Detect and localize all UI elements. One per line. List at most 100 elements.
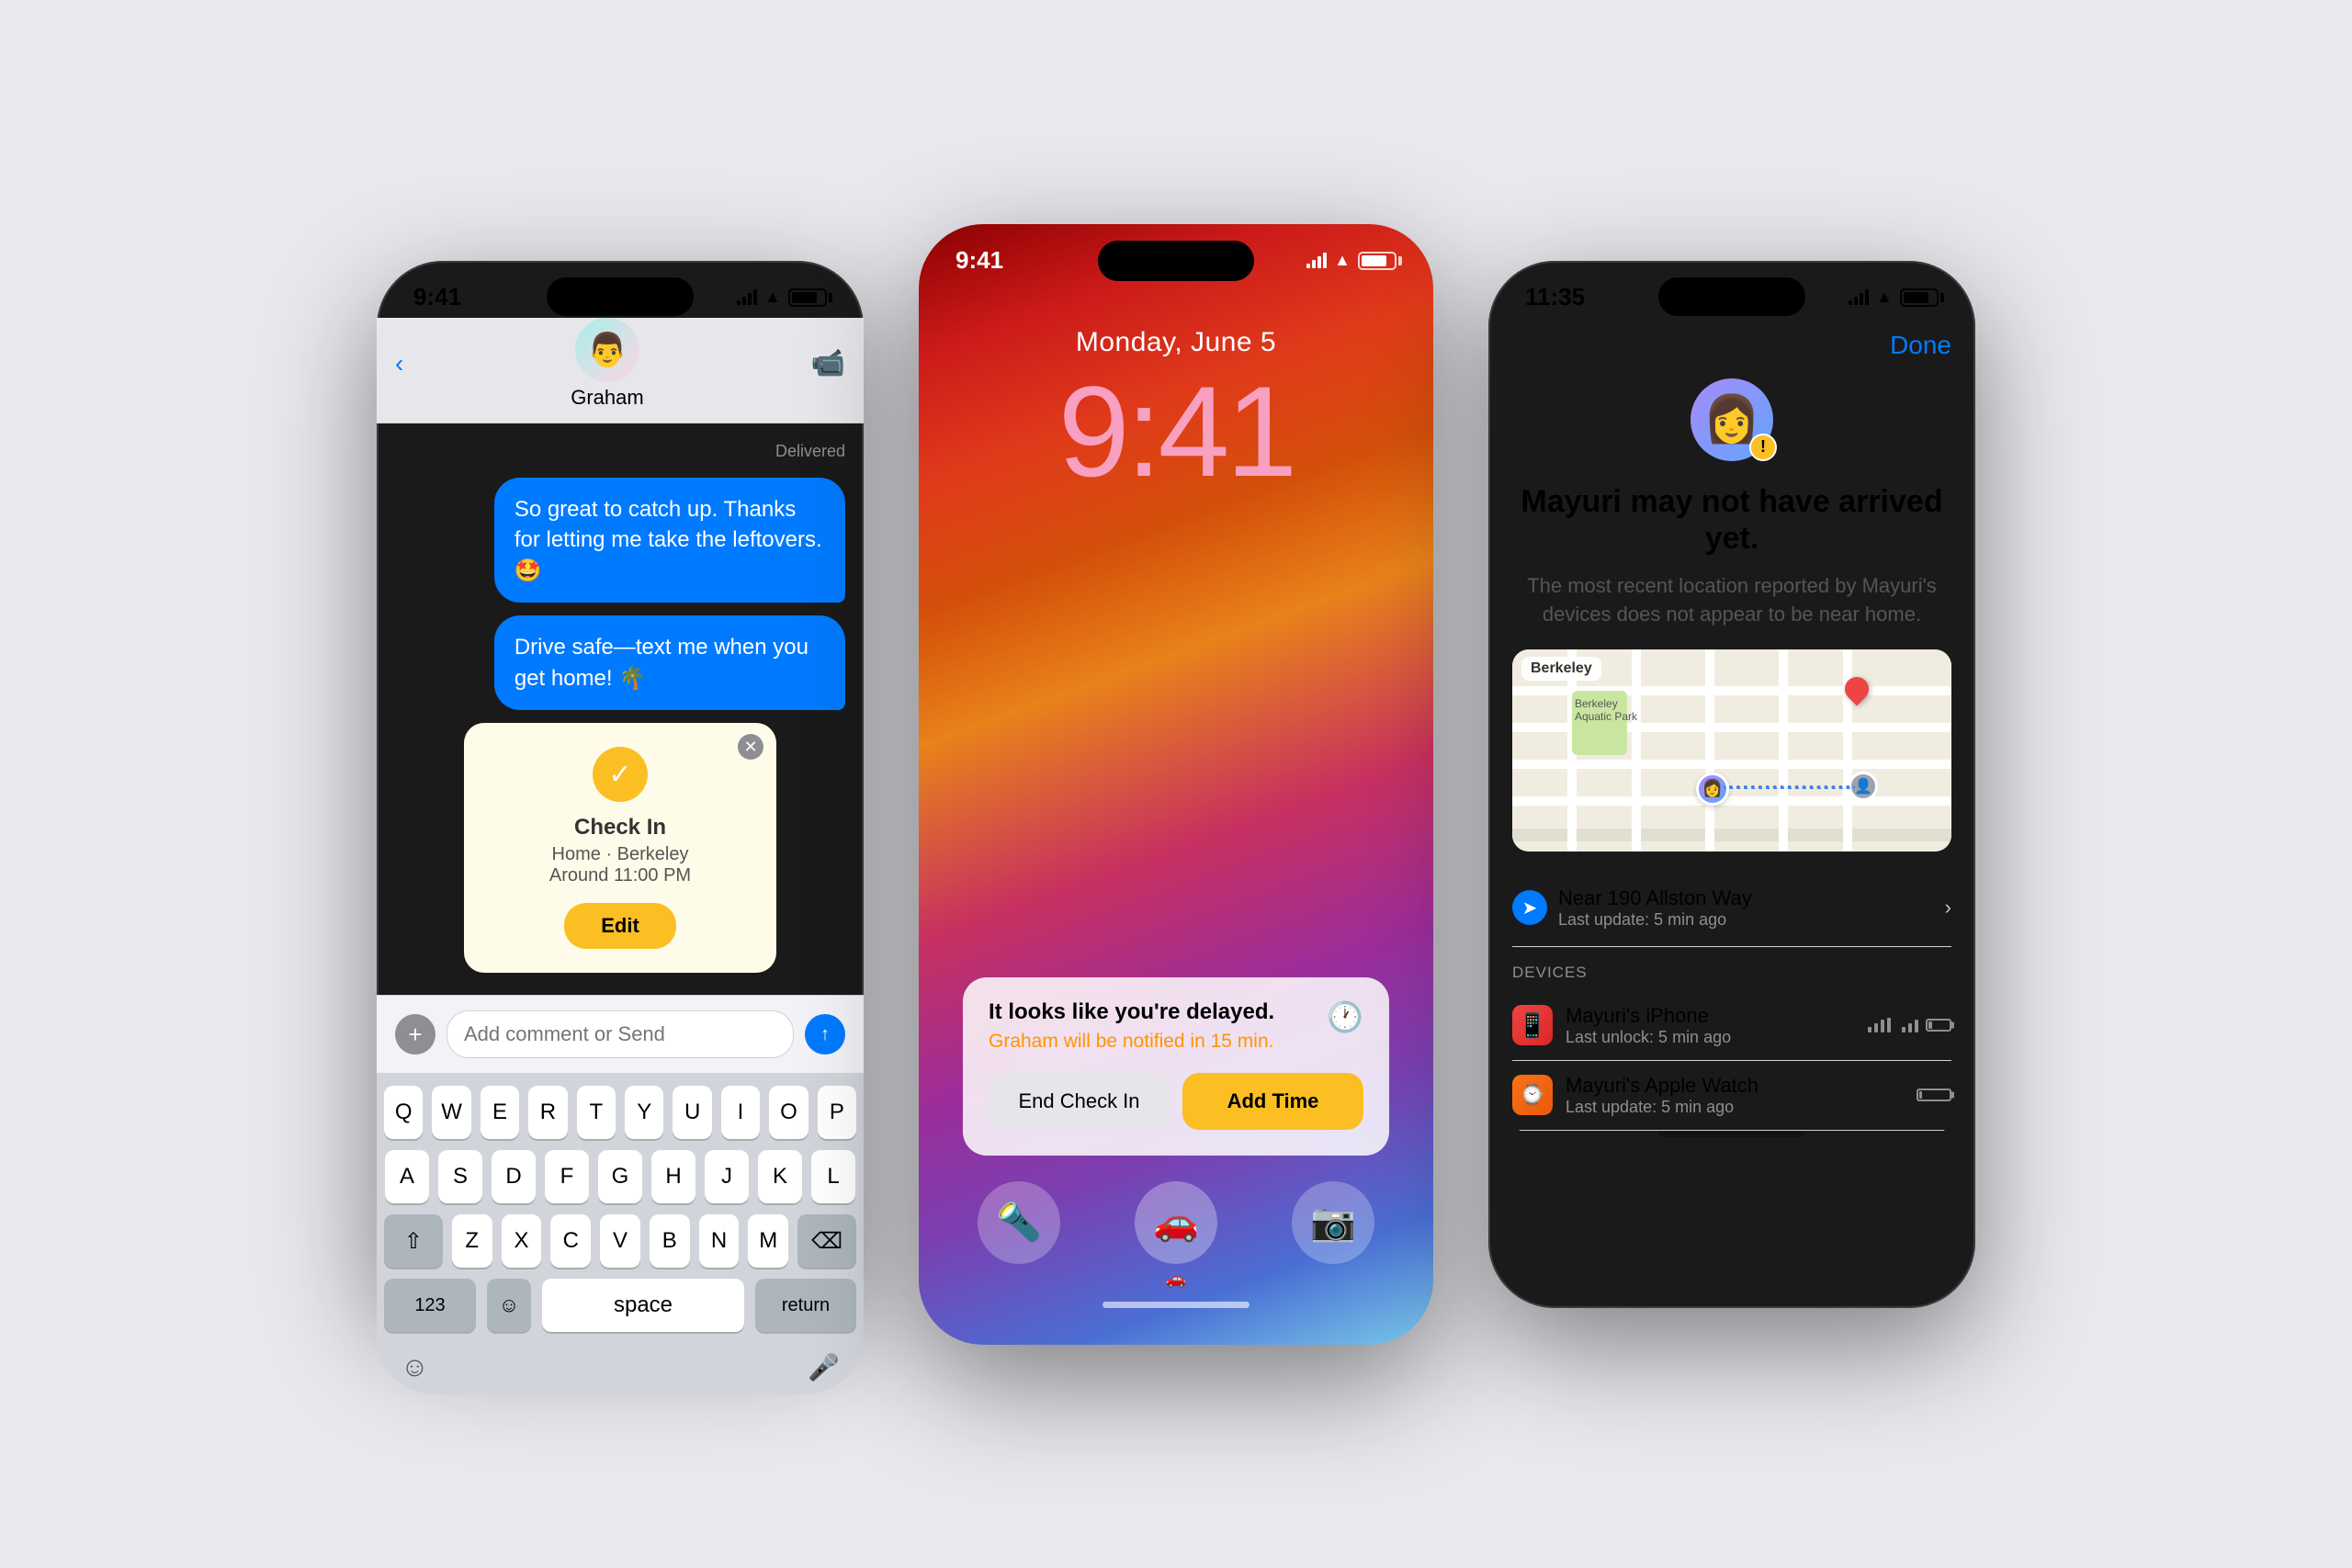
iphone-device-info: Mayuri's iPhone Last unlock: 5 min ago bbox=[1566, 1004, 1731, 1047]
notif-title: It looks like you're delayed. bbox=[989, 999, 1274, 1025]
input-bar: + ↑ bbox=[377, 995, 864, 1073]
devices-section-title: DEVICES bbox=[1512, 947, 1951, 991]
back-button[interactable]: ‹ bbox=[395, 349, 403, 378]
phone1-shell: 9:41 ▲ ‹ 👨 Graham 📹 Delivered bbox=[377, 261, 864, 1308]
keyboard-row-2: A S D F G H J K L bbox=[384, 1150, 856, 1203]
message-input[interactable] bbox=[447, 1010, 794, 1058]
lock-date-container: Monday, June 5 9:41 bbox=[919, 299, 1433, 514]
messages-body: Delivered So great to catch up. Thanks f… bbox=[377, 423, 864, 974]
watch-status bbox=[1917, 1089, 1951, 1101]
status-icons-3: ▲ bbox=[1849, 288, 1939, 307]
check-in-title: Check In bbox=[492, 815, 749, 840]
end-check-in-button[interactable]: End Check In bbox=[989, 1073, 1170, 1130]
map-park-label: BerkeleyAquatic Park bbox=[1575, 697, 1637, 723]
device-row-watch: ⌚ Mayuri's Apple Watch Last update: 5 mi… bbox=[1512, 1061, 1951, 1131]
contact-name: Graham bbox=[571, 386, 643, 410]
message-bubble-2: Drive safe—text me when you get home! 🌴 bbox=[494, 615, 845, 710]
key-u[interactable]: U bbox=[673, 1086, 711, 1139]
signal-icon-1 bbox=[737, 289, 757, 305]
map-user-dot: 👩 bbox=[1696, 773, 1729, 806]
add-attachment-button[interactable]: + bbox=[395, 1014, 435, 1055]
shift-key[interactable]: ⇧ bbox=[384, 1214, 443, 1268]
key-o[interactable]: O bbox=[769, 1086, 808, 1139]
key-j[interactable]: J bbox=[705, 1150, 749, 1203]
phone3-shell: 11:35 ▲ Done 👩 ! Mayuri may not have bbox=[1488, 261, 1975, 1308]
key-t[interactable]: T bbox=[577, 1086, 616, 1139]
location-text: Near 190 Allston Way Last update: 5 min … bbox=[1558, 886, 1752, 930]
return-key[interactable]: return bbox=[755, 1279, 856, 1332]
notif-subtitle: Graham will be notified in 15 min. bbox=[989, 1031, 1274, 1053]
check-in-header: Done bbox=[1512, 318, 1951, 378]
map-road-h5 bbox=[1512, 829, 1951, 841]
location-row[interactable]: ➤ Near 190 Allston Way Last update: 5 mi… bbox=[1512, 870, 1951, 947]
key-l[interactable]: L bbox=[811, 1150, 855, 1203]
location-map: Berkeley BerkeleyAquatic Park 👩 👤 bbox=[1512, 649, 1951, 852]
iphone-battery bbox=[1926, 1019, 1951, 1032]
lock-notification: It looks like you're delayed. Graham wil… bbox=[963, 977, 1389, 1156]
key-h[interactable]: H bbox=[651, 1150, 695, 1203]
key-q[interactable]: Q bbox=[384, 1086, 423, 1139]
key-p[interactable]: P bbox=[818, 1086, 856, 1139]
key-n[interactable]: N bbox=[699, 1214, 740, 1268]
key-g[interactable]: G bbox=[598, 1150, 642, 1203]
check-in-status-title: Mayuri may not have arrived yet. bbox=[1512, 483, 1951, 558]
send-button[interactable]: ↑ bbox=[805, 1014, 845, 1055]
delete-key[interactable]: ⌫ bbox=[797, 1214, 856, 1268]
key-a[interactable]: A bbox=[385, 1150, 429, 1203]
key-b[interactable]: B bbox=[650, 1214, 690, 1268]
key-z[interactable]: Z bbox=[452, 1214, 492, 1268]
key-w[interactable]: W bbox=[432, 1086, 470, 1139]
key-s[interactable]: S bbox=[438, 1150, 482, 1203]
emoji-icon[interactable]: ☺ bbox=[401, 1352, 429, 1383]
iphone-device-icon: 📱 bbox=[1512, 1005, 1553, 1045]
battery-icon-3 bbox=[1900, 288, 1939, 307]
add-time-button[interactable]: Add Time bbox=[1182, 1073, 1363, 1130]
notif-header-row: It looks like you're delayed. Graham wil… bbox=[989, 999, 1363, 1073]
mic-icon[interactable]: 🎤 bbox=[808, 1352, 840, 1383]
key-r[interactable]: R bbox=[528, 1086, 567, 1139]
emoji-key[interactable]: ☺ bbox=[487, 1279, 531, 1332]
map-route-path bbox=[1724, 785, 1855, 789]
dynamic-island-3 bbox=[1658, 277, 1805, 316]
flashlight-button[interactable]: 🔦 bbox=[978, 1181, 1060, 1264]
key-x[interactable]: X bbox=[502, 1214, 542, 1268]
lock-time: 9:41 bbox=[919, 358, 1433, 514]
keyboard-row-3: ⇧ Z X C V B N M ⌫ bbox=[384, 1214, 856, 1268]
lock-date: Monday, June 5 bbox=[919, 299, 1433, 358]
lock-wifi-icon: ▲ bbox=[1334, 251, 1351, 270]
edit-button[interactable]: Edit bbox=[564, 903, 676, 949]
iphone-wifi-signal bbox=[1868, 1018, 1891, 1032]
clock-icon: 🕐 bbox=[1327, 999, 1363, 1034]
iphone-name: Mayuri's iPhone bbox=[1566, 1004, 1731, 1028]
key-d[interactable]: D bbox=[492, 1150, 536, 1203]
contact-info: 👨 Graham bbox=[571, 318, 643, 410]
driving-label: 🚗 bbox=[1166, 1269, 1186, 1289]
map-road-v2 bbox=[1632, 649, 1641, 852]
watch-name: Mayuri's Apple Watch bbox=[1566, 1074, 1758, 1098]
key-c[interactable]: C bbox=[550, 1214, 591, 1268]
key-v[interactable]: V bbox=[600, 1214, 640, 1268]
map-road-v4 bbox=[1779, 649, 1788, 852]
key-m[interactable]: M bbox=[748, 1214, 788, 1268]
key-e[interactable]: E bbox=[481, 1086, 519, 1139]
map-background: Berkeley BerkeleyAquatic Park 👩 👤 bbox=[1512, 649, 1951, 852]
watch-device-info: Mayuri's Apple Watch Last update: 5 min … bbox=[1566, 1074, 1758, 1117]
check-mark-icon: ✓ bbox=[593, 747, 648, 802]
key-y[interactable]: Y bbox=[625, 1086, 663, 1139]
close-card-button[interactable]: ✕ bbox=[738, 734, 763, 760]
camera-button[interactable]: 📷 bbox=[1292, 1181, 1374, 1264]
lock-icons-row: 🔦 🚗 🚗 📷 bbox=[941, 1156, 1411, 1289]
map-location-label: Berkeley bbox=[1521, 657, 1601, 681]
video-call-button[interactable]: 📹 bbox=[811, 347, 845, 379]
space-key[interactable]: space bbox=[542, 1279, 744, 1332]
key-i[interactable]: I bbox=[721, 1086, 760, 1139]
key-k[interactable]: K bbox=[758, 1150, 802, 1203]
location-info: ➤ Near 190 Allston Way Last update: 5 mi… bbox=[1512, 886, 1752, 930]
key-f[interactable]: F bbox=[545, 1150, 589, 1203]
done-button[interactable]: Done bbox=[1890, 331, 1951, 360]
driving-mode-button[interactable]: 🚗 🚗 bbox=[1135, 1181, 1217, 1289]
numbers-key[interactable]: 123 bbox=[384, 1279, 476, 1332]
status-time-3: 11:35 bbox=[1525, 283, 1585, 311]
location-name: Near 190 Allston Way bbox=[1558, 886, 1752, 910]
home-indicator-3 bbox=[1658, 1131, 1805, 1137]
